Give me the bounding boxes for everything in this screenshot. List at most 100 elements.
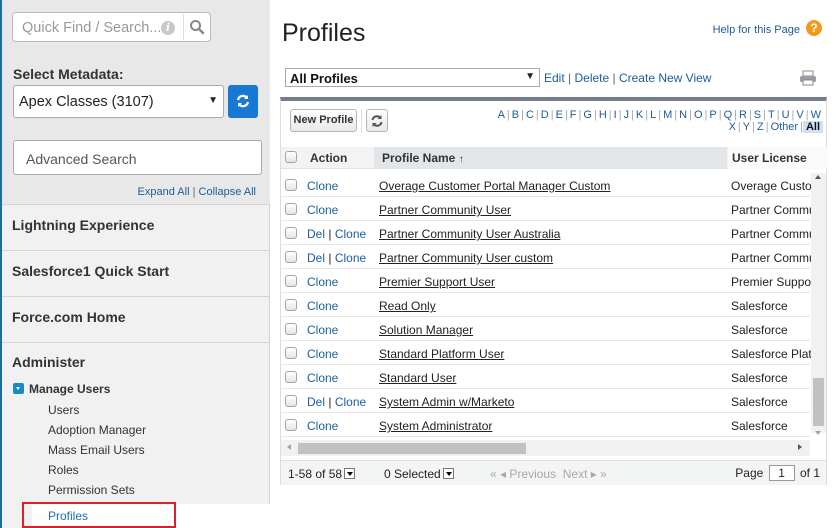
selected-count[interactable]: 0 Selected [384,467,454,481]
select-all-checkbox[interactable] [285,151,297,163]
alpha-filter-m[interactable]: M [661,109,674,121]
view-select[interactable]: All Profiles ▼ [285,68,540,87]
scroll-down-icon[interactable] [815,431,821,435]
profile-name-link[interactable]: Standard User [379,371,456,385]
row-checkbox[interactable] [285,347,297,359]
alpha-filter-h[interactable]: H [597,109,609,121]
row-checkbox[interactable] [285,395,297,407]
alpha-filter-y[interactable]: Y [741,121,752,133]
collapse-all-link[interactable]: Collapse All [199,186,256,198]
new-profile-button[interactable]: New Profile [290,109,357,132]
row-checkbox[interactable] [285,203,297,215]
alpha-filter-k[interactable]: K [634,109,645,121]
clone-link[interactable]: Clone [307,371,338,385]
alpha-filter-u[interactable]: U [780,109,792,121]
tree-item-users[interactable]: Users [48,403,79,417]
scrollbar-thumb[interactable] [298,443,526,454]
scroll-right-icon[interactable] [798,444,802,450]
help-icon[interactable]: ? [806,20,822,36]
alpha-filter-g[interactable]: G [581,109,594,121]
tree-item-permission-sets[interactable]: Permission Sets [48,483,135,497]
row-checkbox[interactable] [285,323,297,335]
alpha-filter-f[interactable]: F [568,109,579,121]
tree-item-mass-email-users[interactable]: Mass Email Users [48,443,145,457]
clone-link[interactable]: Clone [335,227,366,241]
metadata-select[interactable]: Apex Classes (3107) ▼ [13,85,224,118]
column-header-user-license[interactable]: User License [732,151,807,165]
tree-item-adoption-manager[interactable]: Adoption Manager [48,423,146,437]
profile-name-link[interactable]: Read Only [379,299,436,313]
quick-find-box[interactable]: Quick Find / Search... i [12,12,211,42]
alpha-filter-other[interactable]: Other [769,121,801,133]
print-icon[interactable] [799,70,817,86]
expand-all-link[interactable]: Expand All [138,186,190,198]
profile-name-link[interactable]: Standard Platform User [379,347,504,361]
section-force-com-home[interactable]: Force.com Home [2,296,270,342]
row-checkbox[interactable] [285,371,297,383]
scroll-up-icon[interactable] [815,175,821,179]
delete-view-link[interactable]: Delete [574,71,609,85]
column-header-profile-name[interactable]: Profile Name ↑ [382,151,464,165]
profile-name-link[interactable]: Partner Community User [379,203,511,217]
alpha-filter-b[interactable]: B [510,109,521,121]
alpha-filter-a[interactable]: A [496,109,507,121]
record-count[interactable]: 1-58 of 58 [288,467,356,481]
alpha-filter-w[interactable]: W [809,109,823,121]
advanced-search-button[interactable]: Advanced Search [13,140,262,175]
dropdown-icon[interactable] [344,468,356,479]
tree-group-manage-users[interactable]: Manage Users [13,382,110,396]
profile-name-link[interactable]: System Admin w/Marketo [379,395,514,409]
alpha-filter-e[interactable]: E [554,109,565,121]
alpha-filter-l[interactable]: L [648,109,658,121]
del-link[interactable]: Del [307,227,325,241]
row-checkbox[interactable] [285,227,297,239]
scrollbar-thumb[interactable] [813,378,824,426]
help-link[interactable]: Help for this Page [713,24,800,36]
page-number-input[interactable]: 1 [768,465,795,481]
profile-name-link[interactable]: System Administrator [379,419,492,433]
clone-link[interactable]: Clone [307,299,338,313]
horizontal-scrollbar[interactable] [281,440,810,456]
clone-link[interactable]: Clone [307,275,338,289]
del-link[interactable]: Del [307,251,325,265]
dropdown-icon[interactable] [442,468,454,479]
alpha-filter-n[interactable]: N [677,109,689,121]
search-icon[interactable] [189,19,205,35]
alpha-filter-d[interactable]: D [539,109,551,121]
clone-link[interactable]: Clone [307,179,338,193]
profile-name-link[interactable]: Partner Community User custom [379,251,553,265]
alpha-filter-p[interactable]: P [707,109,718,121]
alpha-filter-o[interactable]: O [692,109,705,121]
section-salesforce1-quick-start[interactable]: Salesforce1 Quick Start [2,250,270,296]
section-lightning-experience[interactable]: Lightning Experience [2,204,270,250]
tree-item-roles[interactable]: Roles [48,463,79,477]
alpha-filter-all[interactable]: All [802,121,823,133]
create-new-view-link[interactable]: Create New View [619,71,711,85]
clone-link[interactable]: Clone [307,203,338,217]
row-checkbox[interactable] [285,419,297,431]
alpha-filter-x[interactable]: X [727,121,738,133]
refresh-metadata-button[interactable] [228,85,258,118]
section-title[interactable]: Administer [12,354,85,370]
profile-name-link[interactable]: Solution Manager [379,323,473,337]
clone-link[interactable]: Clone [307,419,338,433]
alpha-filter-s[interactable]: S [752,109,763,121]
alpha-filter-t[interactable]: T [766,109,777,121]
row-checkbox[interactable] [285,251,297,263]
alpha-filter-v[interactable]: V [794,109,805,121]
row-checkbox[interactable] [285,179,297,191]
alpha-filter-z[interactable]: Z [755,121,766,133]
alpha-filter-i[interactable]: I [612,109,619,121]
row-checkbox[interactable] [285,275,297,287]
profile-name-link[interactable]: Overage Customer Portal Manager Custom [379,179,610,193]
edit-view-link[interactable]: Edit [544,71,565,85]
collapse-toggle-icon[interactable] [13,383,24,394]
clone-link[interactable]: Clone [335,395,366,409]
clone-link[interactable]: Clone [307,347,338,361]
quick-find-input[interactable]: Quick Find / Search... [22,20,161,36]
alpha-filter-c[interactable]: C [524,109,536,121]
clone-link[interactable]: Clone [335,251,366,265]
profile-name-link[interactable]: Premier Support User [379,275,495,289]
alpha-filter-q[interactable]: Q [722,109,735,121]
profile-name-link[interactable]: Partner Community User Australia [379,227,560,241]
